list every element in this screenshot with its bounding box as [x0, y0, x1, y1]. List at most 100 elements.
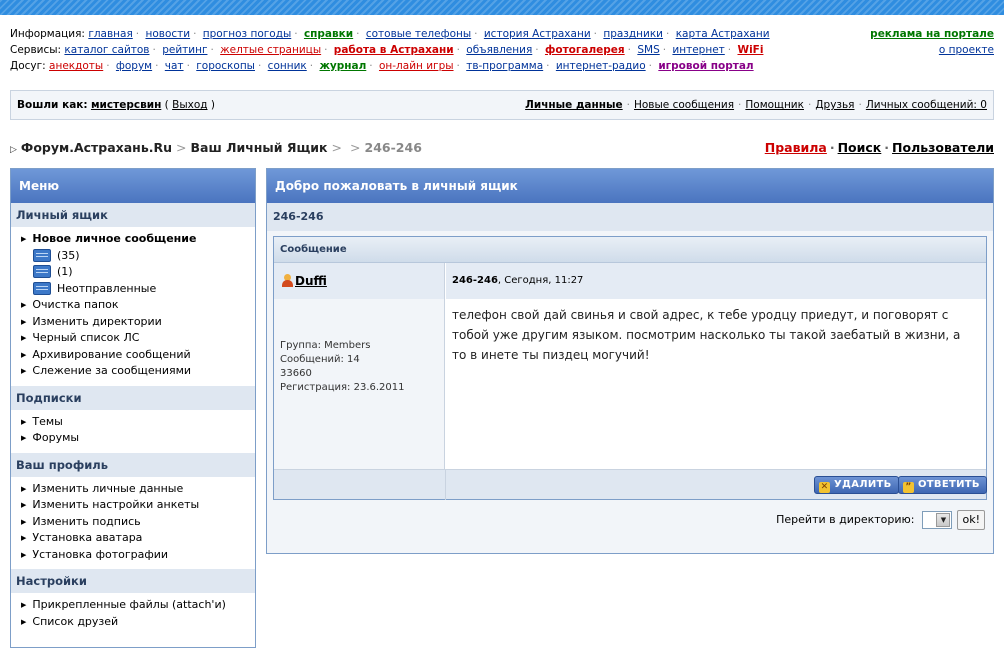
info-link[interactable]: справки: [304, 28, 353, 40]
info-link[interactable]: прогноз погоды: [203, 28, 291, 40]
sidebar-item-link[interactable]: Прикрепленные файлы (attach'и): [32, 598, 226, 611]
folder-item[interactable]: Неотправленные: [11, 281, 255, 298]
info-link[interactable]: карта Астрахани: [676, 28, 770, 40]
leisure-link[interactable]: форум: [116, 60, 152, 72]
folder-icon: [33, 281, 51, 295]
advertise-link[interactable]: реклама на портале: [870, 28, 994, 40]
users-link[interactable]: Пользователи: [892, 140, 994, 155]
leisure-link[interactable]: интернет-радио: [556, 60, 646, 72]
breadcrumb-mailbox[interactable]: Ваш Личный Ящик: [190, 140, 327, 155]
breadcrumb-forum[interactable]: Форум.Астрахань.Ru: [21, 140, 172, 155]
sidebar-item[interactable]: ▶ Изменить директории: [11, 314, 255, 331]
sidebar-item-link[interactable]: Установка аватара: [32, 531, 142, 544]
leisure-link[interactable]: тв-программа: [466, 60, 543, 72]
sidebar-item[interactable]: ▶ Темы: [11, 414, 255, 431]
info-links-row: Информация: главная · новости · прогноз по…: [10, 26, 770, 42]
services-link[interactable]: интернет: [672, 44, 724, 56]
paren-open: (: [164, 99, 173, 111]
link-separator: ·: [456, 44, 460, 56]
friends-link[interactable]: Друзья: [815, 99, 854, 111]
info-link[interactable]: новости: [145, 28, 190, 40]
services-link[interactable]: SMS: [637, 44, 659, 56]
sidebar-item-link[interactable]: Список друзей: [32, 615, 118, 628]
sidebar-item[interactable]: ▶ Архивирование сообщений: [11, 347, 255, 364]
services-link[interactable]: WiFi: [737, 44, 763, 56]
services-link[interactable]: работа в Астрахани: [334, 44, 454, 56]
leisure-link[interactable]: он-лайн игры: [379, 60, 454, 72]
link-separator: ·: [210, 44, 214, 56]
search-link[interactable]: Поиск: [838, 140, 882, 155]
author-posts: Сообщений: 14: [280, 354, 360, 365]
leisure-link[interactable]: анекдоты: [49, 60, 103, 72]
services-link[interactable]: каталог сайтов: [64, 44, 149, 56]
link-separator: ·: [648, 60, 652, 72]
breadcrumb-current: 246-246: [364, 140, 422, 155]
sidebar-item-link[interactable]: Темы: [32, 415, 62, 428]
sidebar-menu: Меню Личный ящик ▶ Новое личное сообщение (…: [10, 168, 256, 648]
services-link[interactable]: объявления: [466, 44, 532, 56]
sidebar-item-link[interactable]: Изменить настройки анкеты: [32, 498, 199, 511]
sidebar-item[interactable]: ▶ Изменить личные данные: [11, 481, 255, 498]
assistant-link[interactable]: Помощник: [745, 99, 804, 111]
sidebar-item[interactable]: ▶ Черный список ЛС: [11, 330, 255, 347]
sidebar-item-link[interactable]: Изменить директории: [32, 315, 161, 328]
sidebar-item-link[interactable]: Форумы: [32, 431, 79, 444]
username-link[interactable]: мистерсвин: [91, 99, 161, 111]
top-right-links: Правила · Поиск · Пользователи: [764, 140, 994, 155]
sidebar-item-link[interactable]: Новое личное сообщение: [32, 232, 196, 245]
sidebar-item[interactable]: ▶ Слежение за сообщениями: [11, 363, 255, 380]
sidebar-item[interactable]: ▶ Установка аватара: [11, 530, 255, 547]
info-link[interactable]: история Астрахани: [484, 28, 591, 40]
sidebar-item[interactable]: ▶ Новое личное сообщение: [11, 231, 255, 248]
leisure-link[interactable]: игровой портал: [658, 60, 753, 72]
delete-button[interactable]: ✕ УДАЛИТЬ: [814, 476, 899, 494]
goto-ok-button[interactable]: ok!: [957, 510, 985, 530]
sidebar-item[interactable]: ▶ Форумы: [11, 430, 255, 447]
sidebar-item[interactable]: ▶ Очистка папок: [11, 297, 255, 314]
message-header: Сообщение: [274, 237, 986, 263]
sidebar-item-link[interactable]: Черный список ЛС: [32, 331, 139, 344]
services-link[interactable]: фотогалерея: [545, 44, 625, 56]
new-messages-link[interactable]: Новые сообщения: [634, 99, 734, 111]
pm-count-link[interactable]: Личных сообщений: 0: [866, 99, 987, 111]
bullet-arrow-icon: ▶: [21, 517, 27, 526]
author-link[interactable]: Duffi: [295, 274, 327, 288]
leisure-link[interactable]: чат: [165, 60, 184, 72]
info-link[interactable]: сотовые телефоны: [366, 28, 471, 40]
sidebar-item-link[interactable]: Слежение за сообщениями: [32, 364, 191, 377]
sidebar-item-link[interactable]: Установка фотографии: [32, 548, 168, 561]
leisure-link[interactable]: сонник: [268, 60, 307, 72]
personal-data-link[interactable]: Личные данные: [525, 99, 623, 111]
sidebar-item-link[interactable]: Очистка папок: [32, 298, 118, 311]
logout-link[interactable]: Выход: [172, 99, 207, 111]
services-link[interactable]: рейтинг: [162, 44, 207, 56]
goto-label: Перейти в директорию:: [776, 513, 915, 526]
top-banner-strip: [0, 0, 1004, 15]
directory-select[interactable]: ▼: [922, 511, 953, 529]
services-link[interactable]: желтые страницы: [220, 44, 321, 56]
sidebar-item[interactable]: ▶ Установка фотографии: [11, 547, 255, 564]
sidebar-item-link[interactable]: Изменить личные данные: [32, 482, 183, 495]
leisure-link[interactable]: журнал: [319, 60, 366, 72]
rules-link[interactable]: Правила: [765, 140, 827, 155]
message-text: телефон свой дай свинья и свой адрес, к …: [452, 308, 961, 362]
sidebar-item[interactable]: ▶ Изменить подпись: [11, 514, 255, 531]
link-separator: ·: [593, 28, 597, 40]
sidebar-item[interactable]: ▶ Изменить настройки анкеты: [11, 497, 255, 514]
leisure-link[interactable]: гороскопы: [196, 60, 255, 72]
sidebar-item[interactable]: ▶ Список друзей: [11, 614, 255, 631]
portal-links: Информация: главная · новости · прогноз по…: [10, 26, 770, 74]
folder-item[interactable]: (35): [11, 248, 255, 265]
about-project-link[interactable]: о проекте: [939, 44, 994, 56]
folder-label: Неотправленные: [57, 281, 157, 295]
bullet-arrow-icon: ▶: [21, 350, 27, 359]
info-link[interactable]: праздники: [603, 28, 663, 40]
sidebar-item[interactable]: ▶ Прикрепленные файлы (attach'и): [11, 597, 255, 614]
sidebar-item-link[interactable]: Архивирование сообщений: [32, 348, 190, 361]
info-link[interactable]: главная: [88, 28, 132, 40]
sidebar-item-link[interactable]: Изменить подпись: [32, 515, 140, 528]
folder-item[interactable]: (1): [11, 264, 255, 281]
message-box: Сообщение Duffi Группа: Members Сообщени…: [273, 236, 987, 500]
folder-label: (1): [57, 265, 73, 278]
reply-button[interactable]: ” ОТВЕТИТЬ: [898, 476, 987, 494]
